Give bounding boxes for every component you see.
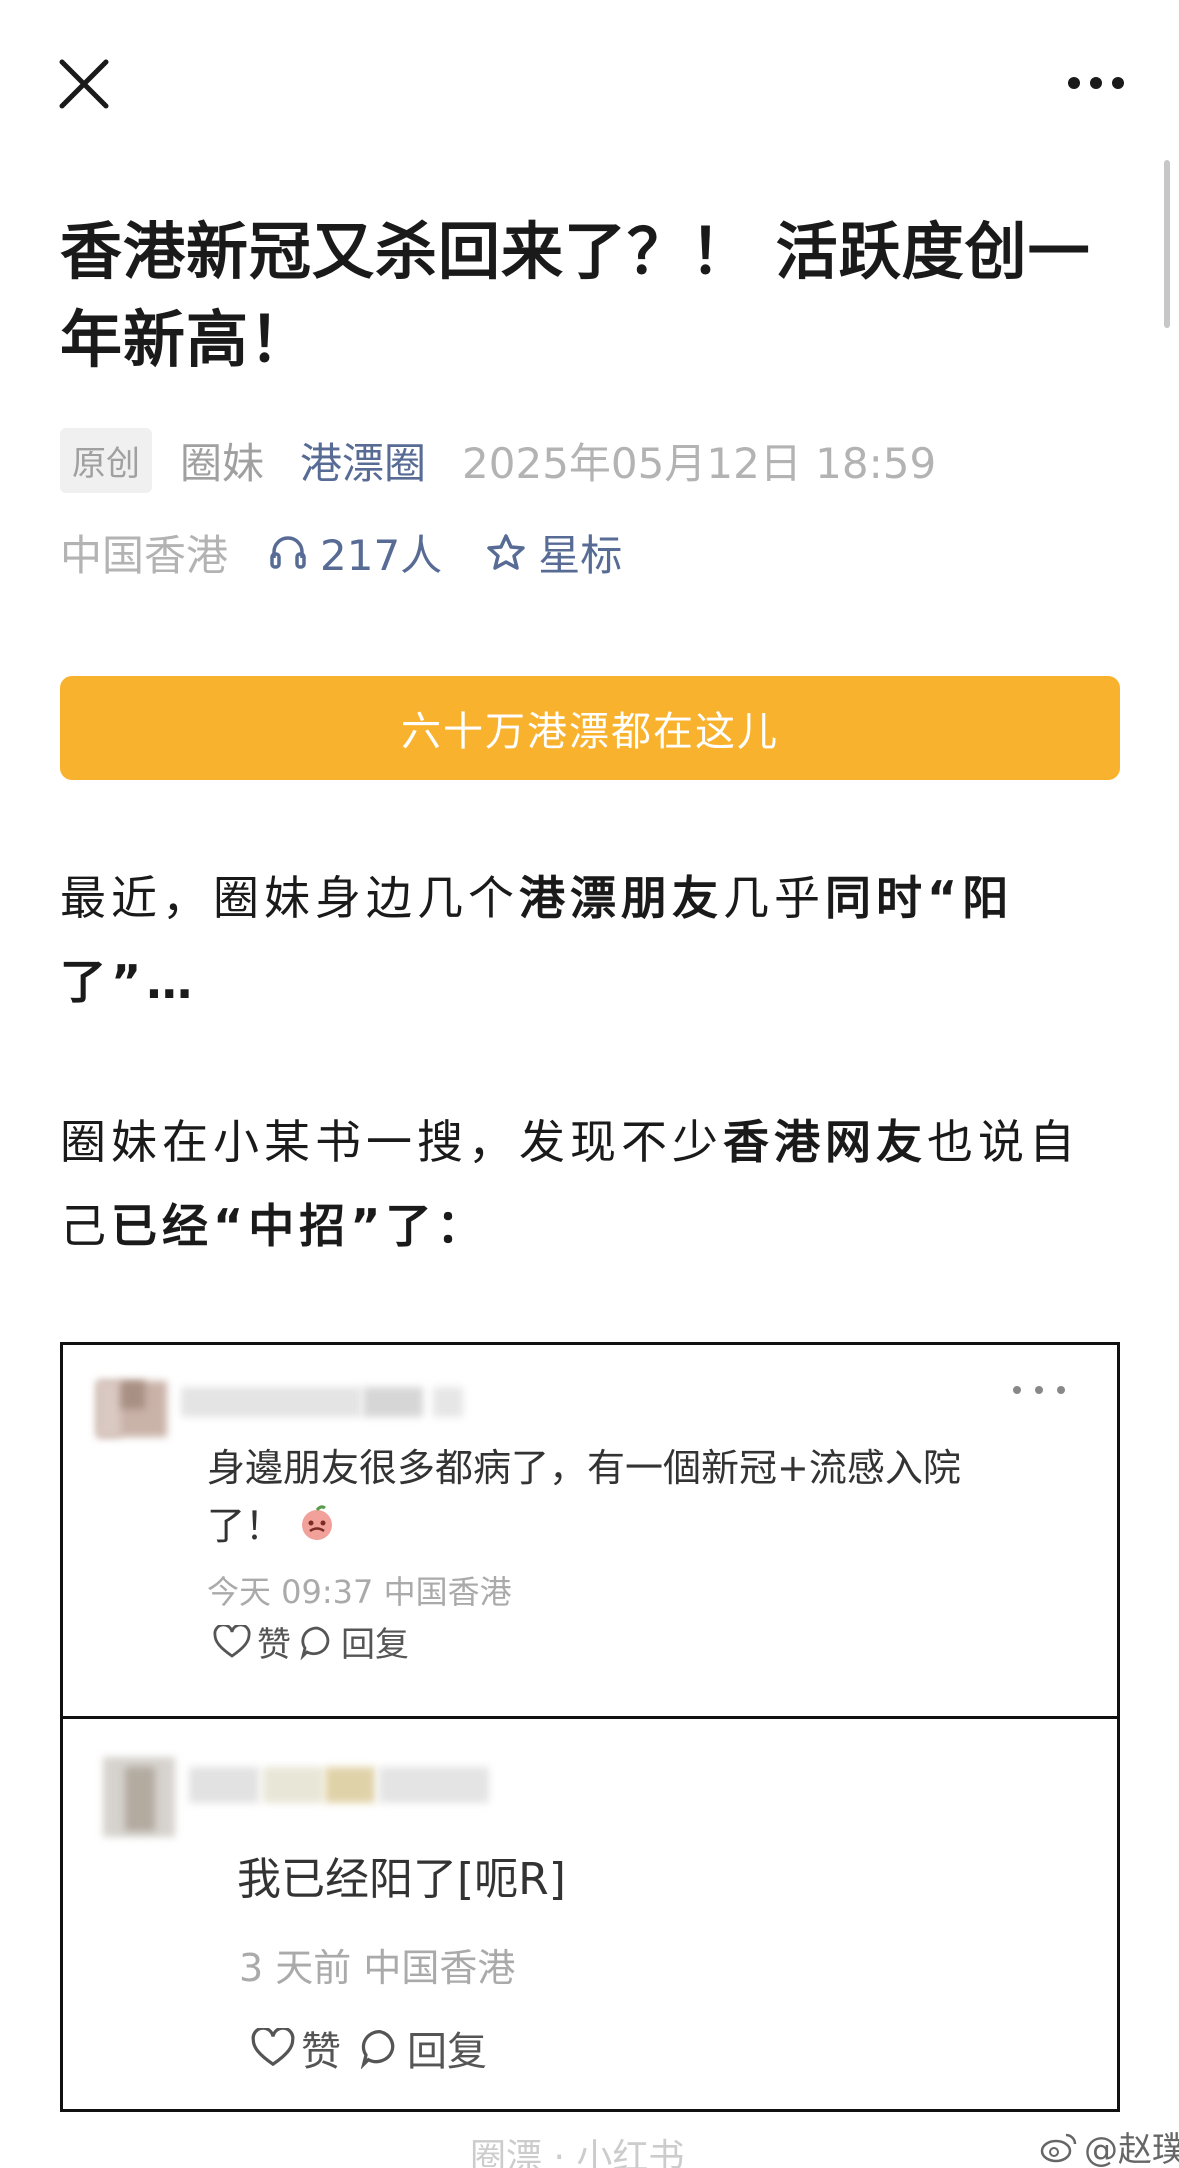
reply-button[interactable]: 回复	[359, 2019, 487, 2077]
account-link[interactable]: 港漂圈	[300, 430, 426, 491]
author-name: 圈妹	[180, 438, 265, 488]
article-meta: 原创 圈妹 港漂圈 2025年05月12日 18:59	[60, 427, 937, 493]
like-button[interactable]: 赞	[251, 2019, 341, 2077]
paragraph-2: 圈妹在小某书一搜，发现不少香港网友也说自己已经“中招”了：	[60, 1100, 1120, 1268]
comment-text-line2: 了！	[207, 1504, 284, 1548]
comment-icon	[360, 2030, 395, 2069]
heart-icon	[251, 2028, 295, 2067]
original-badge: 原创	[60, 427, 152, 493]
heart-icon	[213, 1624, 251, 1658]
reply-label: 回复	[341, 1625, 409, 1665]
close-icon	[59, 59, 109, 109]
comment-icon	[300, 1626, 330, 1660]
emoji-icon	[302, 1504, 333, 1540]
paragraph-1: 最近，圈妹身边几个港漂朋友几乎同时“阳了”…	[60, 856, 1120, 1024]
reply-label: 回复	[407, 2029, 487, 2075]
comment-meta: 3 天前 中国香港	[239, 1946, 516, 1990]
p2-bold-d: 已经“中招”了：	[111, 1199, 488, 1253]
more-icon	[1068, 77, 1124, 89]
headphones-icon	[270, 536, 306, 569]
article-title: 香港新冠又杀回来了？！ 活跃度创一年新高！	[60, 215, 1091, 376]
comment-screenshot-2: 我已经阳了[呃R] 3 天前 中国香港 赞 回复	[60, 1716, 1120, 2112]
comment-meta: 今天 09:37 中国香港	[207, 1573, 512, 1611]
listen-button[interactable]: 217人	[268, 522, 442, 583]
star-icon	[487, 534, 525, 570]
ip-location: 中国香港	[60, 530, 229, 580]
comment-screenshot-1: 身邊朋友很多都病了，有一個新冠+流感入院 了！ 今天 09:37 中国香港 赞 …	[60, 1342, 1120, 1720]
comment-text-line2-wrap: 了！	[207, 1495, 337, 1550]
star-button[interactable]: 星标	[486, 522, 622, 583]
article-meta-secondary: 中国香港 217人 星标	[60, 520, 622, 584]
p1-text-c: 几乎	[723, 871, 825, 925]
more-button[interactable]	[1066, 68, 1126, 98]
weibo-icon	[1040, 2133, 1077, 2162]
top-bar	[0, 0, 1179, 160]
reply-button[interactable]: 回复	[299, 1617, 409, 1666]
p2-bold-b: 香港网友	[723, 1115, 927, 1169]
like-button[interactable]: 赞	[213, 1617, 291, 1666]
p1-text-a: 最近，圈妹身边几个	[60, 871, 519, 925]
weibo-watermark: @赵璞	[1040, 2122, 1179, 2168]
p1-bold-b: 港漂朋友	[519, 871, 723, 925]
scrollbar[interactable]	[1164, 160, 1170, 328]
like-label: 赞	[257, 1625, 291, 1665]
listen-count: 217人	[320, 530, 443, 580]
star-label: 星标	[538, 530, 623, 580]
close-button[interactable]	[56, 56, 112, 112]
next-caption-partial: 圈漂 · 小红书	[470, 2137, 685, 2168]
comment-more-icon[interactable]	[1011, 1383, 1067, 1397]
comment-text-line1: 身邊朋友很多都病了，有一個新冠+流感入院	[207, 1446, 961, 1490]
p2-text-a: 圈妹在小某书一搜，发现不少	[60, 1115, 723, 1169]
comment-text: 我已经阳了[呃R]	[237, 1854, 566, 1905]
watermark-text: @赵璞	[1084, 2130, 1179, 2168]
promo-banner[interactable]: 六十万港漂都在这儿	[60, 676, 1120, 780]
like-label: 赞	[301, 2029, 341, 2075]
publish-datetime: 2025年05月12日 18:59	[462, 438, 937, 488]
